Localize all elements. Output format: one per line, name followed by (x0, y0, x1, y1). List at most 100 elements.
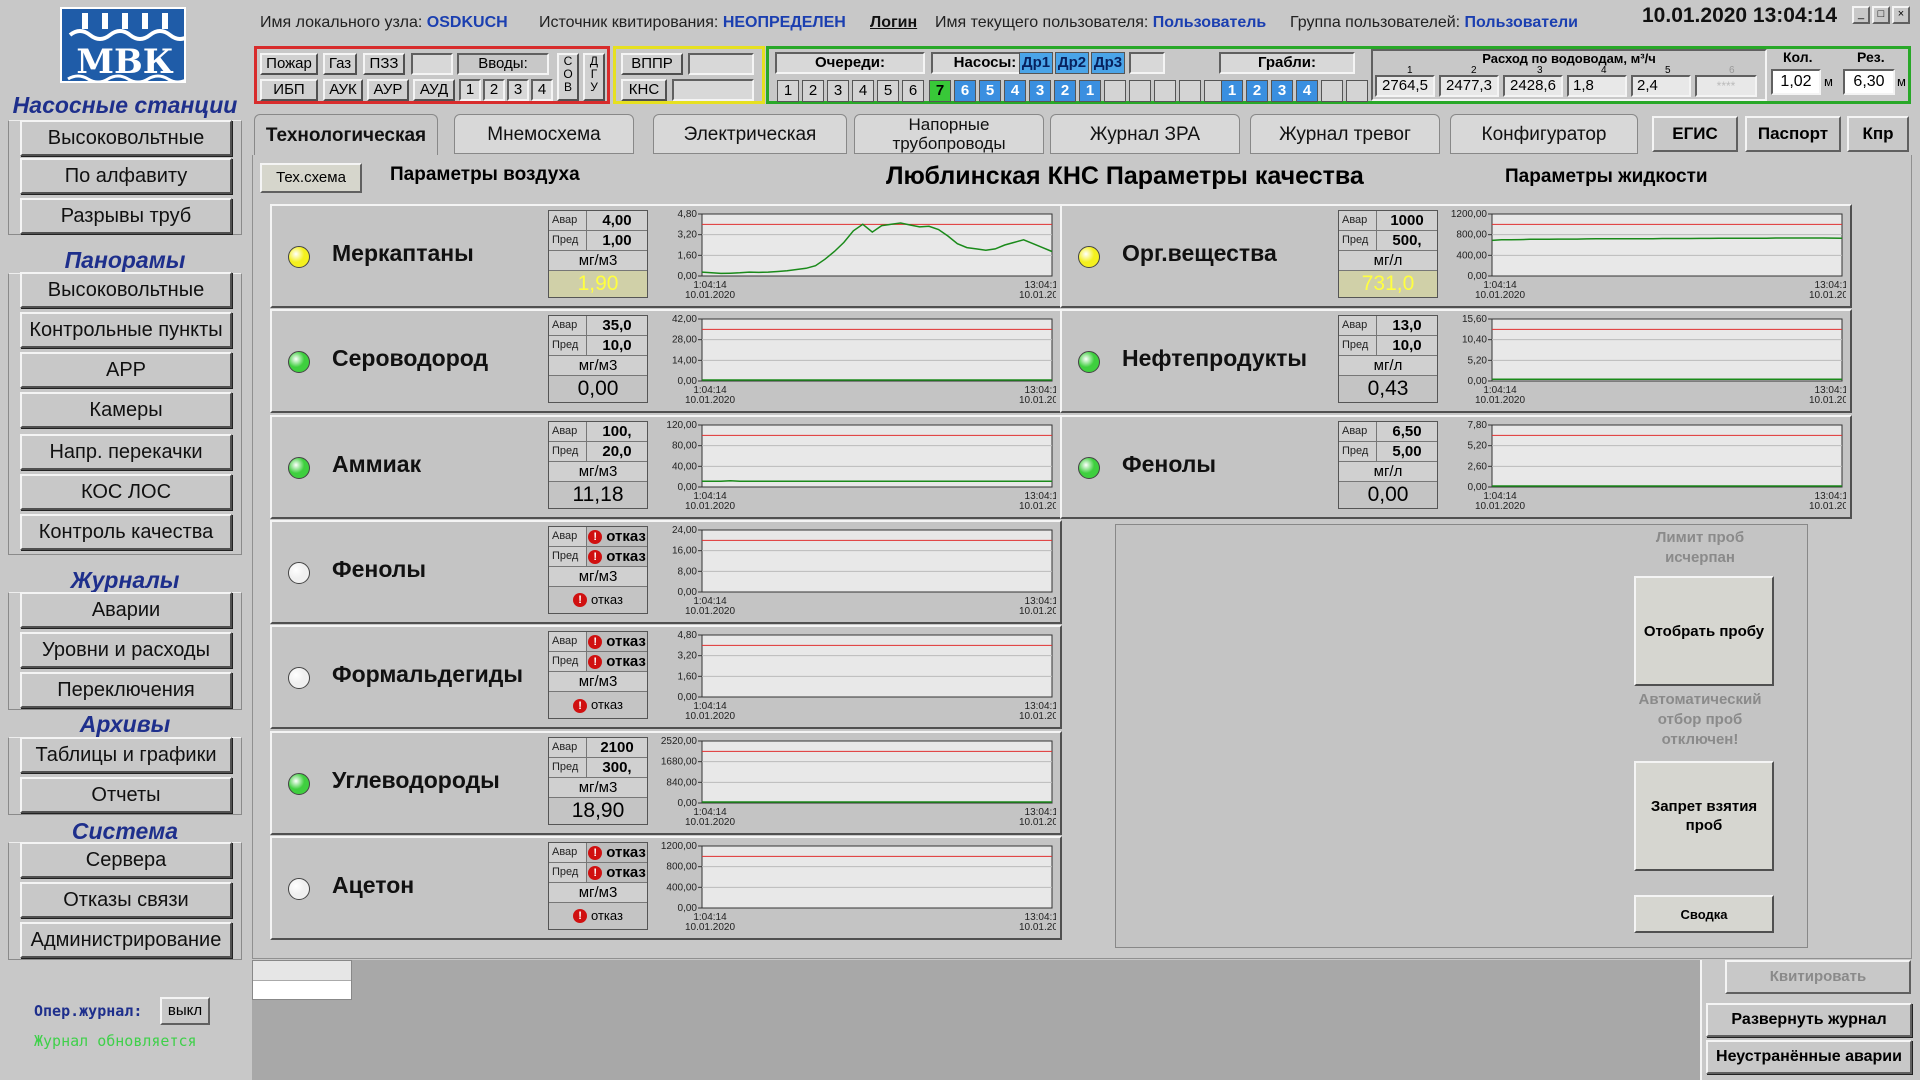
input-1[interactable]: 1 (459, 79, 481, 101)
section-system-title: Система (71, 818, 179, 844)
tab-pressure-pipelines[interactable]: Напорные трубопроводы (854, 114, 1044, 154)
vppr-button[interactable]: ВППР (621, 53, 683, 75)
sidebar-btn-switches[interactable]: Переключения (20, 672, 232, 708)
chart-xstart-date: 10.01.2020 (685, 922, 735, 933)
ups-button[interactable]: ИБП (260, 79, 318, 101)
unresolved-alarms-button[interactable]: Неустранённые аварии (1706, 1040, 1912, 1074)
pred-value: 500, (1392, 232, 1422, 249)
auk-button[interactable]: АУК (323, 79, 363, 101)
dr3-button[interactable]: Др3 (1091, 52, 1125, 74)
queue-1[interactable]: 1 (777, 80, 799, 102)
fault-text: отказ (606, 843, 646, 861)
sidebar-btn-control-points[interactable]: Контрольные пункты (20, 312, 232, 348)
egis-button[interactable]: ЕГИС (1652, 116, 1738, 152)
input-4[interactable]: 4 (531, 79, 553, 101)
pzz-button[interactable]: ПЗЗ (363, 53, 405, 75)
sov-button[interactable]: С О В (557, 53, 579, 101)
dr1-button[interactable]: Др1 (1019, 52, 1053, 74)
tab-technological[interactable]: Технологическая (254, 114, 438, 156)
sidebar-btn-levels-flows[interactable]: Уровни и расходы (20, 632, 232, 668)
oper-journal-toggle-button[interactable]: выкл (160, 997, 210, 1025)
grabli-2[interactable]: 2 (1246, 80, 1268, 102)
sidebar-btn-arr[interactable]: АРР (20, 352, 232, 388)
sidebar-btn-pan-highvolt[interactable]: Высоковольтные (20, 272, 232, 308)
param-name: Формальдегиды (332, 661, 524, 688)
avar-label: Авар (549, 421, 587, 441)
sidebar-btn-stations-alpha[interactable]: По алфавиту (20, 158, 232, 194)
sidebar-btn-tables-charts[interactable]: Таблицы и графики (20, 737, 232, 773)
sidebar-btn-pipe-breaks[interactable]: Разрывы труб (20, 198, 232, 234)
queue-5[interactable]: 5 (877, 80, 899, 102)
sidebar-btn-reports[interactable]: Отчеты (20, 777, 232, 813)
take-sample-button[interactable]: Отобрать пробу (1634, 576, 1774, 686)
log-tabs[interactable] (252, 960, 352, 1000)
pred-label: Пред (1339, 441, 1377, 461)
queue-3[interactable]: 3 (827, 80, 849, 102)
expand-journal-button[interactable]: Развернуть журнал (1706, 1003, 1912, 1037)
passport-button[interactable]: Паспорт (1745, 116, 1841, 152)
acknowledge-button[interactable]: Квитировать (1725, 960, 1911, 994)
tab-alarm-journal[interactable]: Журнал тревог (1250, 114, 1440, 154)
chart-ytick-label: 4,80 (678, 630, 698, 641)
input-3[interactable]: 3 (507, 79, 529, 101)
sidebar-btn-link-failures[interactable]: Отказы связи (20, 882, 232, 918)
summary-button[interactable]: Сводка (1634, 895, 1774, 933)
sidebar-btn-administration[interactable]: Администрирование (20, 922, 232, 958)
queue-6[interactable]: 6 (902, 80, 924, 102)
sidebar-btn-pump-direction[interactable]: Напр. перекачки (20, 434, 232, 470)
sidebar-btn-servers[interactable]: Сервера (20, 842, 232, 878)
fault-text: отказ (606, 863, 646, 881)
pred-fault: ! отказ (587, 652, 647, 672)
chart-xend-date: 10.01.2020 (1019, 501, 1056, 512)
tab-zra-journal[interactable]: Журнал ЗРА (1050, 114, 1240, 154)
unit-label: мг/м3 (549, 567, 647, 587)
vppr-status (688, 53, 754, 75)
sidebar-btn-accidents[interactable]: Аварии (20, 592, 232, 628)
input-2[interactable]: 2 (483, 79, 505, 101)
pump-6[interactable]: 6 (954, 80, 976, 102)
pred-label: Пред (549, 441, 587, 461)
ban-sampling-button[interactable]: Запрет взятия проб (1634, 761, 1774, 871)
limits-block: Авар! отказ Пред! отказ мг/м3! отказ (548, 631, 648, 720)
pump-2[interactable]: 2 (1054, 80, 1076, 102)
pump-4[interactable]: 4 (1004, 80, 1026, 102)
dgu-button[interactable]: Д Г У (583, 53, 605, 101)
dr-empty (1129, 52, 1165, 74)
kpr-button[interactable]: Кпр (1847, 116, 1909, 152)
tab-configurator[interactable]: Конфигуратор (1450, 114, 1638, 154)
aud-button[interactable]: АУД (413, 79, 455, 101)
maximize-icon[interactable]: □ (1872, 6, 1890, 24)
kns-button[interactable]: КНС (621, 79, 667, 101)
queue-4[interactable]: 4 (852, 80, 874, 102)
login-link[interactable]: Логин (870, 14, 917, 32)
minimize-icon[interactable]: _ (1852, 6, 1870, 24)
dr2-button[interactable]: Др2 (1055, 52, 1089, 74)
tab-mnemoscheme[interactable]: Мнемосхема (454, 114, 634, 154)
close-icon[interactable]: × (1892, 6, 1910, 24)
fault-icon: ! (588, 529, 603, 544)
tech-scheme-button[interactable]: Тех.схема (260, 163, 362, 193)
aur-button[interactable]: АУР (367, 79, 409, 101)
sidebar-btn-kos-los[interactable]: КОС ЛОС (20, 474, 232, 510)
empty-slot (411, 53, 453, 75)
pump-1[interactable]: 1 (1079, 80, 1101, 102)
gas-button[interactable]: Газ (323, 53, 357, 75)
status-lamp-icon (288, 877, 310, 900)
grabli-4[interactable]: 4 (1296, 80, 1318, 102)
fire-button[interactable]: Пожар (260, 53, 318, 75)
sidebar-btn-stations-highvolt[interactable]: Высоковольтные (20, 120, 232, 156)
grabli-1[interactable]: 1 (1221, 80, 1243, 102)
pump-3[interactable]: 3 (1029, 80, 1051, 102)
sidebar-btn-cameras[interactable]: Камеры (20, 392, 232, 428)
queue-2[interactable]: 2 (802, 80, 824, 102)
pump-7[interactable]: 7 (929, 80, 951, 102)
pred-fault: ! отказ (587, 546, 647, 566)
pump-5[interactable]: 5 (979, 80, 1001, 102)
grabli-3[interactable]: 3 (1271, 80, 1293, 102)
sidebar-btn-quality-control[interactable]: Контроль качества (20, 514, 232, 550)
tab-electrical[interactable]: Электрическая (653, 114, 847, 154)
limits-block: Авар 13,0 Пред 10,0 мг/л 0,43 (1338, 315, 1438, 404)
unit-label: мг/м3 (549, 462, 647, 482)
trend-chart: 7,805,202,600,001:04:1410.01.202013:04:1… (1468, 420, 1846, 512)
chart-xend-date: 10.01.2020 (1809, 501, 1846, 512)
